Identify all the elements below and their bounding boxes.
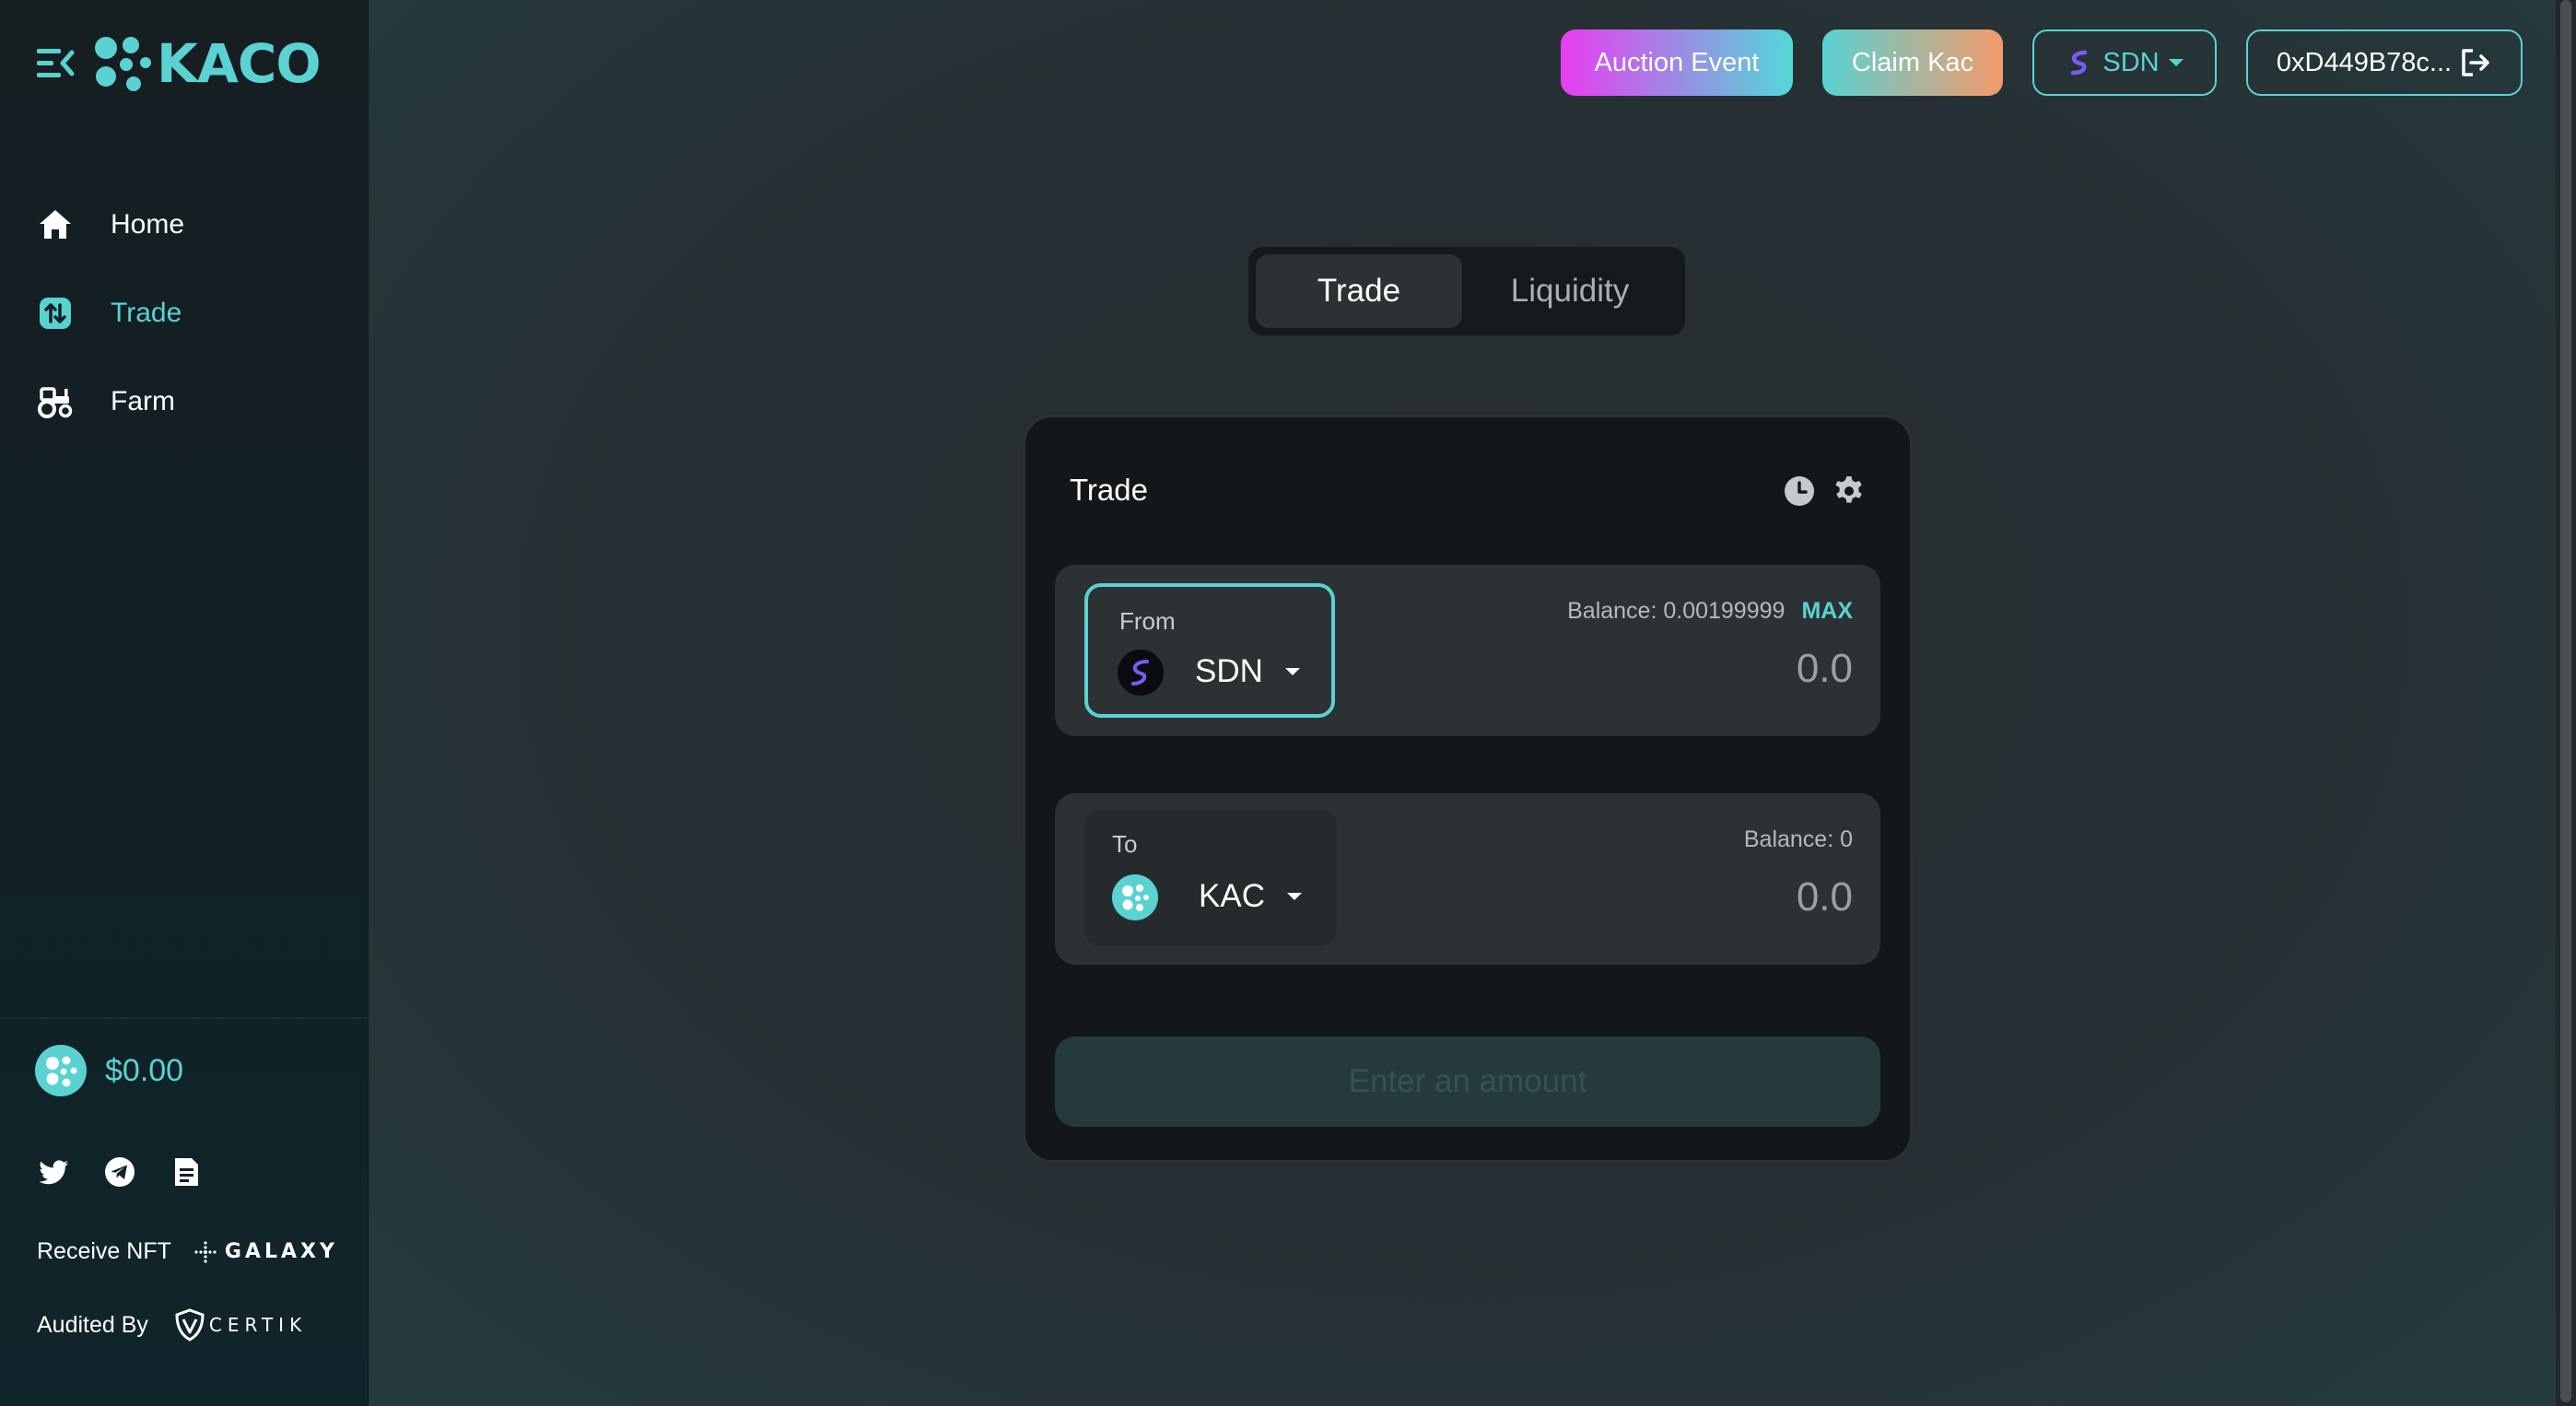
top-bar: Auction Event Claim Kac SDN 0xD449B78c..… [1561, 29, 2523, 96]
sidebar-item-trade[interactable]: Trade [37, 269, 350, 357]
to-amount-input[interactable]: 0.0 [1576, 874, 1853, 920]
sidebar-divider [0, 1017, 369, 1019]
galaxy-text: GALAXY [224, 1240, 338, 1263]
max-button[interactable]: MAX [1801, 598, 1853, 625]
document-icon[interactable] [170, 1155, 203, 1189]
to-balance-row: Balance: 0 [1744, 826, 1853, 853]
menu-collapse-icon[interactable] [35, 43, 76, 84]
from-amount-input[interactable]: 0.0 [1576, 646, 1853, 692]
telegram-icon[interactable] [103, 1155, 136, 1189]
trade-card-actions [1783, 475, 1866, 508]
chevron-down-icon [1287, 893, 1302, 900]
certik-logo: CERTIK [174, 1308, 307, 1342]
logout-icon [2462, 49, 2489, 76]
logo-row: KACO [35, 32, 322, 95]
sidebar-item-label: Home [111, 209, 185, 240]
from-token-panel: From SDN Balance: 0.00199999 MAX 0.0 [1055, 565, 1880, 736]
audited-by-label: Audited By [37, 1311, 148, 1338]
network-selector-button[interactable]: SDN [2032, 29, 2217, 96]
receive-nft-label: Receive NFT [37, 1238, 171, 1264]
home-icon [40, 210, 71, 239]
page-scrollbar[interactable] [2556, 0, 2576, 1406]
tractor-icon [38, 387, 73, 418]
kac-token-icon [1112, 874, 1158, 920]
sidebar-item-farm[interactable]: Farm [37, 357, 350, 446]
enter-amount-button[interactable]: Enter an amount [1055, 1037, 1880, 1127]
sidebar-item-home[interactable]: Home [37, 181, 350, 269]
to-token-panel: To KAC Balance: 0 0.0 [1055, 793, 1880, 965]
galaxy-icon [194, 1240, 217, 1263]
trade-card-title: Trade [1070, 473, 1148, 507]
trade-icon [40, 298, 71, 329]
claim-kac-button[interactable]: Claim Kac [1822, 29, 2003, 96]
social-links [37, 1155, 203, 1189]
shiden-token-icon [1118, 650, 1164, 696]
from-balance: Balance: 0.00199999 [1567, 598, 1786, 624]
sidebar: KACO Home Trade Farm $0.00 Receive NFT G… [0, 0, 369, 1406]
twitter-icon[interactable] [37, 1155, 70, 1189]
receive-nft-row[interactable]: Receive NFT GALAXY [37, 1238, 338, 1265]
gear-icon[interactable] [1832, 475, 1866, 508]
history-icon[interactable] [1783, 475, 1816, 508]
certik-shield-icon [175, 1308, 205, 1342]
to-token-symbol: KAC [1199, 878, 1265, 914]
from-token-symbol: SDN [1195, 653, 1263, 689]
main-area: Auction Event Claim Kac SDN 0xD449B78c..… [369, 0, 2556, 1406]
tab-liquidity[interactable]: Liquidity [1462, 254, 1678, 328]
to-label: To [1112, 830, 1138, 858]
sidebar-nav: Home Trade Farm [37, 181, 350, 446]
audited-by-row[interactable]: Audited By CERTIK [37, 1308, 307, 1342]
certik-text: CERTIK [208, 1314, 308, 1336]
chevron-down-icon [2168, 59, 2184, 66]
wallet-address: 0xD449B78c... [2276, 47, 2453, 77]
sidebar-item-label: Farm [111, 386, 175, 416]
sidebar-item-label: Trade [111, 298, 182, 328]
kac-price-value: $0.00 [105, 1052, 184, 1088]
to-token-selector[interactable]: To KAC [1084, 810, 1337, 946]
from-balance-row: Balance: 0.00199999 MAX [1567, 598, 1853, 625]
trade-liquidity-tabs: Trade Liquidity [1248, 247, 1685, 335]
wallet-address-button[interactable]: 0xD449B78c... [2246, 29, 2523, 96]
to-balance: Balance: 0 [1743, 826, 1853, 852]
kac-coin-icon [35, 1045, 87, 1096]
galaxy-logo: GALAXY [193, 1240, 338, 1264]
brand-name: KACO [157, 32, 322, 95]
kaco-logo-icon [95, 37, 151, 91]
trade-card: Trade From SDN Balance: 0.00199999 MAX 0… [1023, 415, 1913, 1163]
chevron-down-icon [1285, 668, 1300, 675]
scrollbar-thumb[interactable] [2560, 0, 2571, 1402]
from-label: From [1119, 607, 1176, 635]
auction-event-button[interactable]: Auction Event [1561, 29, 1793, 96]
shiden-icon [2071, 50, 2088, 76]
kac-price[interactable]: $0.00 [35, 1045, 183, 1096]
from-token-selector[interactable]: From SDN [1084, 583, 1335, 718]
tab-trade[interactable]: Trade [1256, 254, 1462, 328]
network-label: SDN [2102, 47, 2160, 77]
